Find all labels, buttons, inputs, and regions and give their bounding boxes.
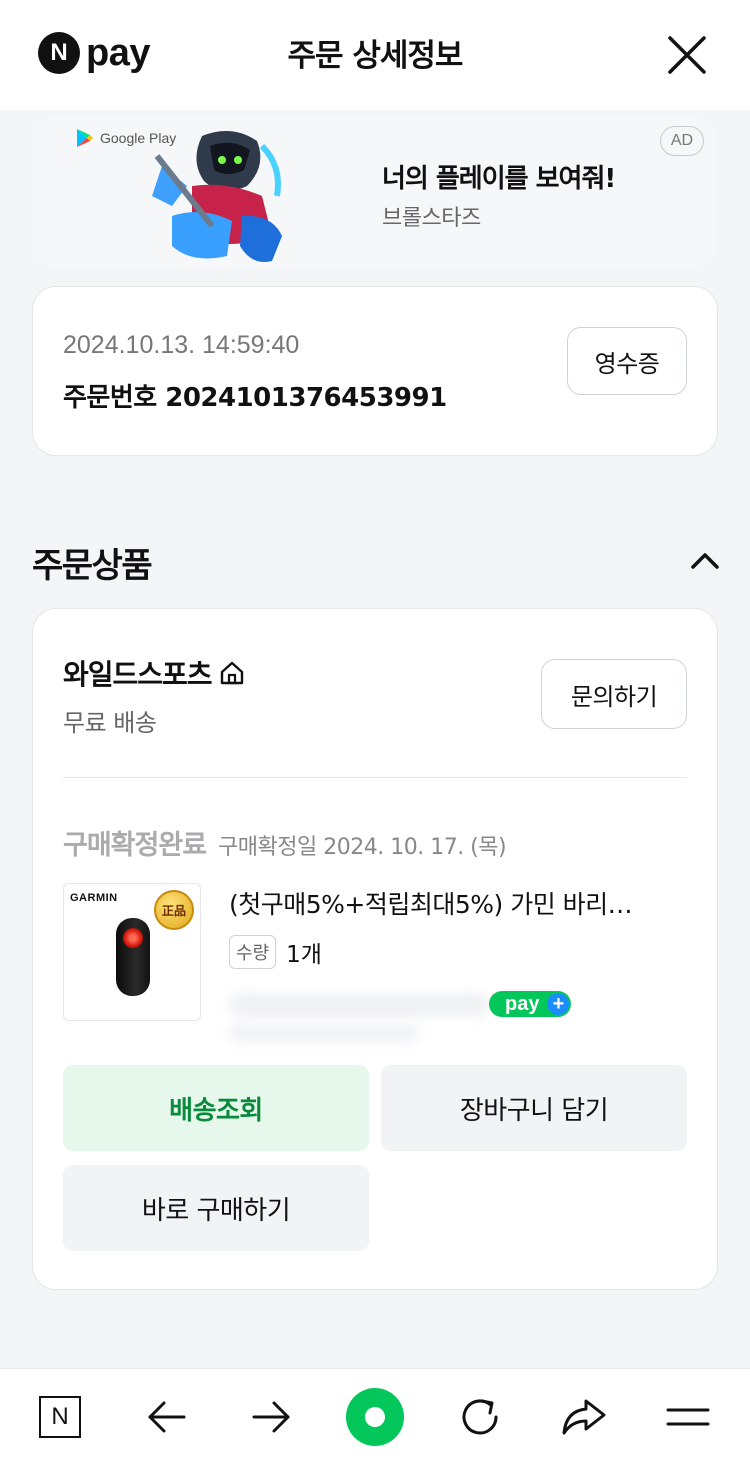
ad-badge[interactable]: AD (660, 126, 704, 156)
section-title-ordered-items: 주문상품 (32, 546, 153, 586)
back-icon[interactable] (138, 1389, 194, 1445)
naver-home-icon[interactable]: N (32, 1389, 88, 1445)
quantity-label: 수량 (229, 935, 277, 969)
share-icon[interactable] (556, 1389, 612, 1445)
chevron-up-icon[interactable] (688, 546, 722, 574)
ad-subtitle: 브롤스타즈 (382, 206, 481, 231)
divider (63, 777, 687, 778)
buy-now-button[interactable]: 바로 구매하기 (63, 1165, 369, 1251)
green-dot-center (365, 1407, 385, 1427)
forward-icon[interactable] (244, 1389, 300, 1445)
ad-headline: 너의 플레이를 보여줘! (382, 164, 616, 194)
shipping-info: 무료 배송 (63, 709, 157, 737)
brawl-character-image (152, 131, 282, 262)
store-home-icon (220, 661, 243, 685)
product-title[interactable]: (첫구매5%+적립최대5%) 가민 바리… (229, 885, 689, 921)
seller-name-label: 와일드스포츠 (63, 658, 213, 691)
delivery-tracking-button[interactable]: 배송조회 (63, 1065, 369, 1151)
add-to-cart-button[interactable]: 장바구니 담기 (381, 1065, 687, 1151)
product-thumbnail[interactable]: GARMIN 正品 (63, 883, 201, 1021)
inquiry-button[interactable]: 문의하기 (541, 659, 687, 729)
green-dot-icon[interactable] (346, 1388, 404, 1446)
receipt-button[interactable]: 영수증 (567, 327, 687, 395)
close-icon[interactable] (664, 32, 710, 78)
browser-bottom-bar: N (0, 1368, 750, 1466)
quantity-value: 1개 (286, 942, 322, 968)
redacted-detail (229, 1023, 419, 1043)
order-status-line: 구매확정완료 구매확정일 2024. 10. 17. (목) (63, 823, 507, 862)
npay-plus-badge: pay + (489, 991, 572, 1017)
order-status: 구매확정완료 (63, 830, 207, 861)
order-datetime: 2024.10.13. 14:59:40 (63, 331, 300, 359)
red-light-icon (123, 928, 143, 948)
page-title: 주문 상세정보 (287, 38, 464, 74)
seller-name[interactable]: 와일드스포츠 (63, 653, 246, 693)
genuine-badge: 正品 (154, 890, 194, 930)
order-info-card: 2024.10.13. 14:59:40 주문번호 20241013764539… (32, 286, 718, 456)
ad-banner[interactable]: Google Play 너의 플레이를 보여줘! 브롤스타즈 AD (32, 118, 718, 266)
plus-icon: + (547, 993, 570, 1015)
refresh-icon[interactable] (452, 1389, 508, 1445)
green-dot-button (346, 1388, 404, 1446)
google-play-icon (77, 129, 93, 147)
price-row: pay + (229, 985, 572, 1045)
naver-n-label: N (39, 1396, 81, 1438)
purchase-confirm-date: 구매확정일 2024. 10. 17. (목) (218, 835, 507, 860)
garmin-logo: GARMIN (70, 892, 118, 904)
menu-icon[interactable] (660, 1389, 716, 1445)
header: N pay 주문 상세정보 (0, 0, 750, 110)
redacted-price (229, 993, 489, 1017)
order-number: 주문번호 2024101376453991 (63, 383, 447, 413)
ordered-product-card: 와일드스포츠 무료 배송 문의하기 구매확정완료 구매확정일 2024. 10.… (32, 608, 718, 1290)
quantity-row: 수량 1개 (229, 935, 322, 969)
npay-plus-label: pay (505, 993, 540, 1015)
